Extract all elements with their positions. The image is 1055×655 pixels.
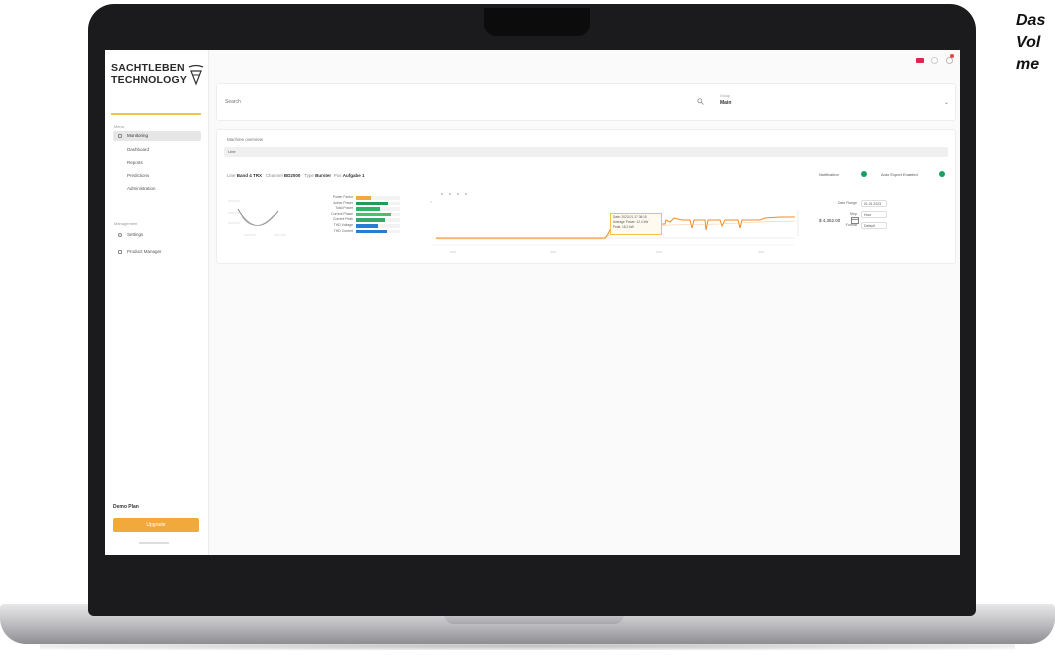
bar	[356, 229, 387, 234]
date-range-field[interactable]: 01.01.2023	[861, 200, 887, 207]
top-bar	[209, 50, 960, 74]
sidebar-item-label: Reports	[127, 160, 143, 165]
upgrade-button[interactable]: Upgrade	[113, 518, 199, 532]
bar	[356, 212, 392, 217]
nav-section-title: Menu	[114, 124, 125, 129]
auto-export-toggle[interactable]	[939, 171, 945, 177]
sidebar-item-administration[interactable]: Administration	[113, 184, 201, 194]
filter-select[interactable]: Main	[720, 100, 731, 106]
toggle-label: Notification	[819, 172, 839, 177]
sidebar-item-label: Administration	[127, 186, 156, 191]
bar	[356, 223, 378, 228]
search-input[interactable]	[225, 98, 525, 106]
caption-line: Das	[1016, 12, 1046, 29]
bull-logo-icon	[188, 64, 204, 86]
meta-value: Aufgabe 1	[342, 173, 365, 178]
sidebar-item-label: Predictions	[127, 173, 150, 178]
sidebar-item-predictions[interactable]: Predictions	[113, 171, 201, 181]
meta-value: Burster	[315, 173, 332, 178]
notification-toggle[interactable]	[861, 171, 867, 177]
search-card: Group Main ⌄	[216, 83, 956, 121]
meta-key: Channel	[265, 173, 283, 178]
bar-row	[356, 229, 400, 235]
meta-value: Band 4 TRX	[236, 173, 263, 178]
toggle-label: Auto Export Enabled	[881, 172, 918, 177]
gauge-chart	[228, 200, 286, 236]
bar	[356, 218, 385, 222]
box-icon	[118, 250, 122, 254]
bar-chart	[356, 195, 400, 234]
bar	[356, 201, 388, 206]
sidebar-item-label: Monitoring	[127, 133, 149, 138]
bar	[356, 196, 372, 200]
line-filter-label: Line	[228, 149, 236, 154]
sidebar-item-reports[interactable]: Reports	[113, 158, 201, 168]
section-title: Machine overview	[227, 137, 264, 142]
nav-section-title: Management	[114, 221, 138, 226]
sidebar-item-settings[interactable]: Settings	[113, 230, 201, 240]
notification-icon[interactable]	[946, 57, 953, 64]
sidebar-item-label: Settings	[127, 232, 144, 237]
logo[interactable]: SACHTLEBEN TECHNOLOGY	[111, 62, 204, 96]
caption: Das Vol me	[1016, 10, 1045, 76]
app-screen: SACHTLEBEN TECHNOLOGY Menu Monitoring Da…	[105, 50, 960, 555]
logo-line: SACHTLEBEN	[111, 62, 185, 74]
meta-value: BD2000	[283, 173, 301, 178]
form-label: Date Range	[837, 201, 857, 205]
logo-line: TECHNOLOGY	[111, 74, 188, 86]
caption-line: me	[1016, 56, 1040, 73]
logo-divider	[111, 113, 201, 115]
caption-line: Vol	[1016, 34, 1041, 51]
chart-tooltip: Date: 2023-01-17 08:15 Average Power: 12…	[610, 213, 662, 235]
meta-key: Pos	[333, 173, 342, 178]
plan-label: Demo Plan	[113, 504, 139, 510]
camera-notch	[484, 8, 590, 36]
meta-key: Line	[227, 173, 236, 178]
step-select[interactable]: Hour	[861, 211, 887, 218]
meta-key: Type	[304, 173, 314, 178]
form-label: Format	[845, 223, 857, 227]
sidebar-item-product-manager[interactable]: Product Manager	[113, 247, 201, 257]
machine-meta: Line Band 4 TRX Channel BD2000 Type Burs…	[227, 173, 364, 178]
format-select[interactable]: Default	[861, 222, 887, 229]
notification-badge	[950, 54, 954, 58]
laptop-chin	[88, 556, 976, 596]
logo-text: SACHTLEBEN TECHNOLOGY	[111, 62, 187, 86]
monitor-icon	[118, 134, 122, 138]
line-filter-bar[interactable]: Line	[224, 147, 948, 157]
sidebar-item-monitoring[interactable]: Monitoring	[113, 131, 201, 141]
tooltip-line: Peak: 18.2 kW	[613, 225, 634, 229]
chevron-down-icon[interactable]: ⌄	[944, 99, 949, 106]
gear-icon	[118, 233, 122, 237]
sidebar: SACHTLEBEN TECHNOLOGY Menu Monitoring Da…	[105, 50, 209, 555]
sidebar-item-label: Product Manager	[127, 249, 162, 254]
filter-label: Group	[720, 94, 730, 98]
search-icon[interactable]	[697, 98, 704, 105]
flag-icon[interactable]	[916, 58, 924, 63]
bell-icon[interactable]	[931, 57, 938, 64]
machine-card: Machine overview Line Line Band 4 TRX Ch…	[216, 129, 956, 264]
sidebar-item-dashboard[interactable]: Dashboard	[113, 145, 201, 155]
sidebar-item-label: Dashboard	[127, 147, 150, 152]
bar-labels: Power Factor Active Power Total Power Cu…	[307, 195, 353, 234]
form-label: Step	[849, 212, 857, 216]
bar	[356, 207, 381, 211]
sidebar-footer	[139, 542, 169, 544]
bar-label: THD Current	[333, 228, 353, 233]
